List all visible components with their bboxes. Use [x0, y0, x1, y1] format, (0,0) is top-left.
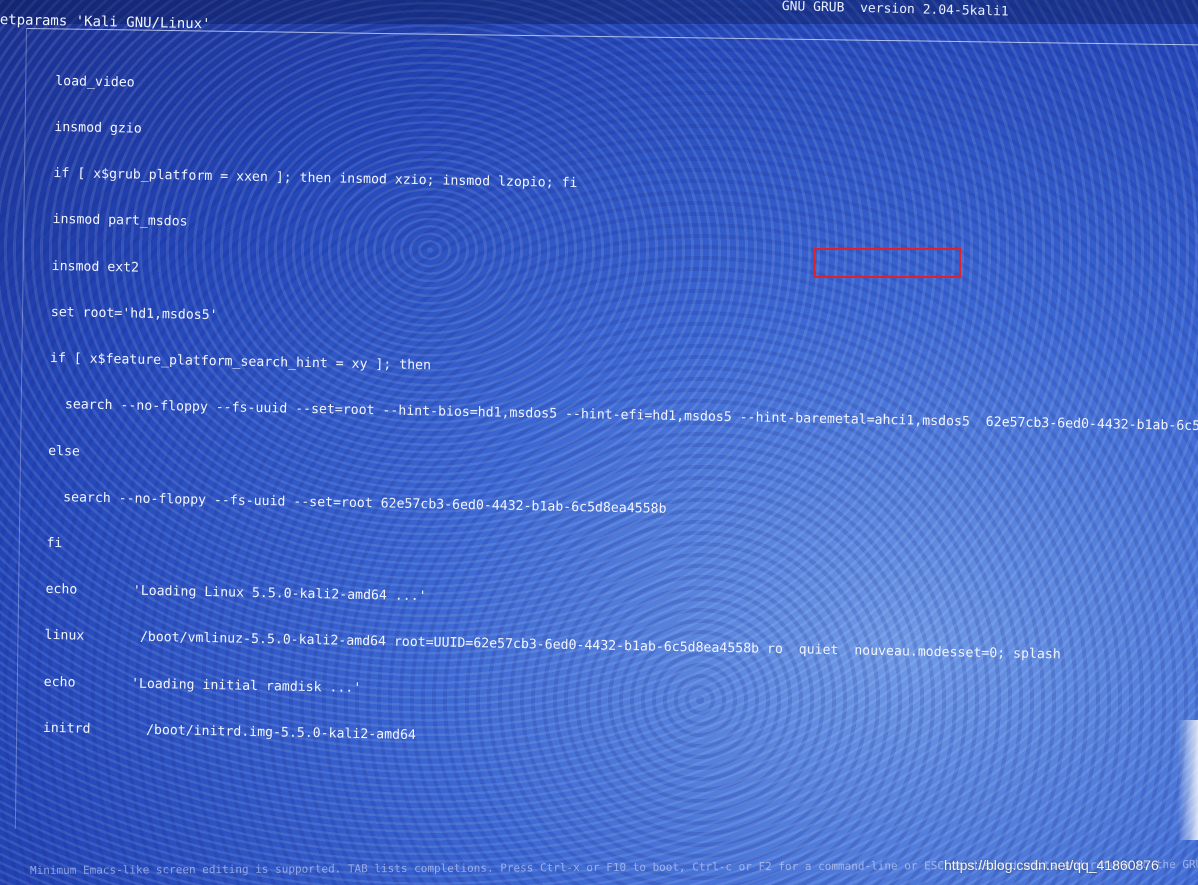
grub-editor[interactable]: load_video insmod gzio if [ x$grub_platf… [42, 43, 1198, 775]
editor-line-linux[interactable]: linux /boot/vmlinuz-5.5.0-kali2-amd64 ro… [44, 628, 1198, 667]
editor-line[interactable]: if [ x$feature_platform_search_hint = xy… [50, 351, 1198, 390]
editor-line[interactable]: insmod ext2 [52, 259, 1198, 298]
screen-glare [1178, 720, 1198, 840]
editor-line[interactable]: echo 'Loading initial ramdisk ...' [44, 675, 1198, 714]
editor-line[interactable]: insmod gzio [54, 120, 1198, 159]
editor-line[interactable]: search --no-floppy --fs-uuid --set=root … [47, 490, 1198, 529]
watermark-url: https://blog.csdn.net/qq_41860876 [944, 857, 1159, 873]
editor-line[interactable]: else [48, 443, 1198, 482]
editor-line[interactable]: fi [46, 536, 1198, 575]
editor-line[interactable]: load_video [55, 74, 1198, 113]
highlight-box-nouveau-modesset [813, 248, 961, 278]
editor-line[interactable]: set root='hd1,msdos5' [51, 305, 1198, 344]
editor-line[interactable]: echo 'Loading Linux 5.5.0-kali2-amd64 ..… [45, 582, 1198, 621]
editor-line[interactable]: if [ x$grub_platform = xxen ]; then insm… [53, 166, 1198, 205]
editor-line[interactable]: insmod part_msdos [52, 212, 1198, 251]
editor-line[interactable]: search --no-floppy --fs-uuid --set=root … [49, 397, 1198, 436]
editor-line[interactable]: initrd /boot/initrd.img-5.5.0-kali2-amd6… [43, 721, 1198, 760]
